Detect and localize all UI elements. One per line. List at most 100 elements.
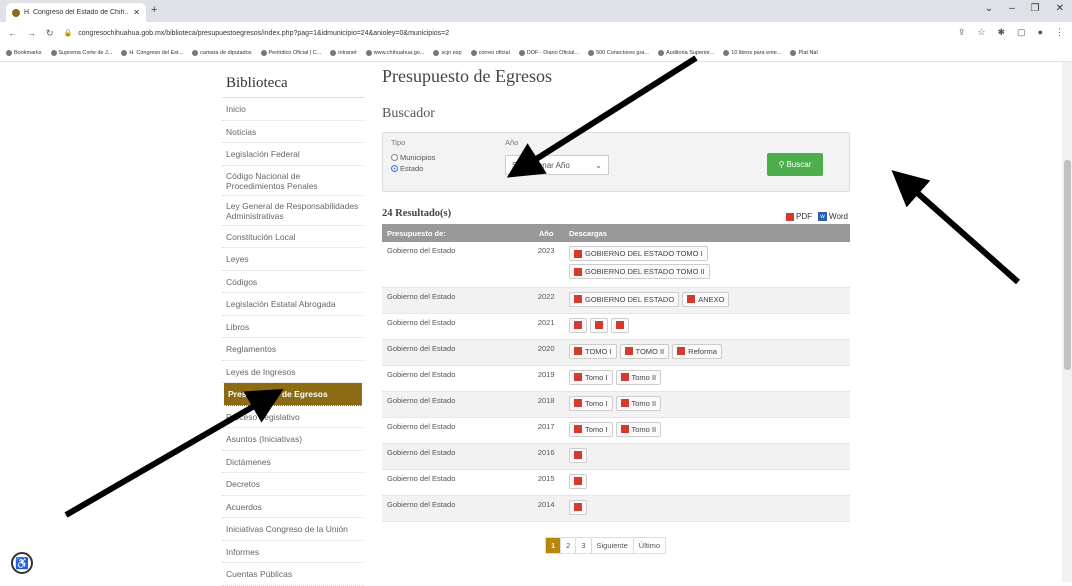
url-field[interactable]: 🔒 congresochihuahua.gob.mx/biblioteca/pr… [64, 29, 450, 38]
sidebar-item-0[interactable]: Inicio [222, 98, 364, 121]
download-button[interactable]: Tomo II [615, 421, 662, 437]
sidebar-item-19[interactable]: Informes [222, 541, 364, 563]
accessibility-icon[interactable]: ♿ [11, 552, 33, 574]
download-button[interactable]: ANEXO [682, 291, 730, 307]
radio-estado-label: Estado [400, 164, 424, 173]
sidebar-item-6[interactable]: Leyes [222, 248, 364, 271]
bookmark-item[interactable]: Suprema Corte de J... [50, 49, 112, 56]
download-button[interactable] [569, 317, 587, 333]
new-tab-button[interactable]: + [151, 4, 157, 16]
radio-estado-circle[interactable] [391, 165, 398, 172]
bookmark-item[interactable]: 10 libros para ente... [723, 49, 781, 56]
year-select[interactable]: Seleccionar Año ⌄ [505, 155, 609, 175]
sidebar-item-8[interactable]: Legislación Estatal Abrogada [222, 293, 364, 316]
download-button[interactable]: Tomo I [569, 421, 613, 437]
bookmark-favicon-icon [518, 49, 525, 56]
bookmark-item[interactable]: Periódico Oficial | C... [260, 49, 321, 56]
sidebar-item-12[interactable]: Presupuesto de Egresos [224, 383, 362, 406]
back-icon[interactable]: ← [8, 28, 17, 38]
bookmark-item[interactable]: Plat Nal [790, 49, 818, 56]
search-button[interactable]: ⚲ Buscar [767, 153, 823, 176]
sidebar-item-9[interactable]: Libros [222, 316, 364, 338]
pdf-icon [574, 477, 582, 485]
export-word-link[interactable]: w Word [818, 212, 848, 222]
browser-tab[interactable]: H. Congreso del Estado de Chih... ✕ [6, 3, 146, 22]
sidebar-item-4[interactable]: Ley General de Responsabilidades Adminis… [222, 196, 364, 226]
pdf-icon [616, 321, 624, 329]
sidebar-item-14[interactable]: Asuntos (Iniciativas) [222, 428, 364, 451]
bookmark-item[interactable]: Bookmarks [6, 49, 42, 56]
sidebar-item-16[interactable]: Decretos [222, 473, 364, 496]
page-link[interactable]: 1 [546, 538, 562, 553]
radio-municipios-circle[interactable] [391, 154, 398, 161]
sidebar-item-11[interactable]: Leyes de Ingresos [222, 361, 364, 383]
page-link[interactable]: Último [634, 538, 665, 553]
scrollbar-thumb[interactable] [1064, 160, 1071, 370]
sidebar-item-10[interactable]: Reglamentos [222, 338, 364, 361]
row-presupuesto: Gobierno del Estado [382, 417, 529, 444]
minimize-icon[interactable]: – [1009, 3, 1015, 14]
close-tab-icon[interactable]: ✕ [133, 8, 140, 17]
export-pdf-link[interactable]: PDF [786, 212, 812, 221]
sidebar-item-7[interactable]: Códigos [222, 271, 364, 293]
reload-icon[interactable]: ↻ [46, 28, 54, 39]
download-button[interactable] [611, 317, 629, 333]
sidebar-item-5[interactable]: Constitución Local [222, 226, 364, 248]
page-link[interactable]: 2 [561, 538, 577, 553]
restore-icon[interactable]: ❐ [1031, 3, 1040, 14]
sidebar-item-15[interactable]: Dictámenes [222, 451, 364, 473]
bookmark-item[interactable]: correo oficial [470, 49, 510, 56]
table-row: Gobierno del Estado 2018 Tomo I Tomo II [382, 391, 850, 418]
radio-municipios[interactable]: Municipios [391, 153, 435, 162]
menu-icon[interactable]: ⋮ [1055, 27, 1064, 38]
download-button[interactable]: Tomo I [569, 369, 613, 385]
sidebar-item-17[interactable]: Acuerdos [222, 496, 364, 518]
download-label: Tomo II [631, 372, 657, 382]
download-button[interactable] [569, 473, 587, 489]
star-icon[interactable]: ☆ [977, 27, 985, 38]
download-button[interactable]: Reforma [672, 343, 722, 359]
download-button[interactable]: Tomo I [569, 395, 613, 411]
download-button[interactable]: GOBIERNO DEL ESTADO [569, 291, 680, 307]
bookmark-item[interactable]: Auditoria Superior... [657, 49, 714, 56]
bookmark-item[interactable]: 500 Conectores gra... [588, 49, 649, 56]
page-link[interactable]: Siguiente [592, 538, 634, 553]
sidebar-item-2[interactable]: Legislación Federal [222, 143, 364, 166]
download-button[interactable]: TOMO I [569, 343, 617, 359]
download-button[interactable]: Tomo II [615, 395, 662, 411]
close-window-icon[interactable]: ✕ [1056, 3, 1064, 14]
extensions-icon[interactable]: ✱ [998, 27, 1006, 38]
bookmark-item[interactable]: intranet [330, 49, 357, 56]
sidebar-item-1[interactable]: Noticias [222, 121, 364, 143]
bookmark-item[interactable]: scjn exp [433, 49, 462, 56]
profile-icon[interactable]: ● [1038, 27, 1043, 38]
bookmark-item[interactable]: H. Congreso del Est... [121, 49, 183, 56]
download-button[interactable] [569, 499, 587, 515]
download-button[interactable] [569, 447, 587, 463]
radio-estado[interactable]: Estado [391, 164, 423, 173]
row-year: 2016 [528, 443, 564, 470]
bookmark-item[interactable]: www.chihuahua.go... [365, 49, 424, 56]
download-button[interactable]: GOBIERNO DEL ESTADO TOMO I [569, 246, 708, 261]
bookmark-item[interactable]: camara de diputados [192, 49, 252, 56]
forward-icon[interactable]: → [27, 28, 36, 38]
sidebar-item-18[interactable]: Iniciativas Congreso de la Unión [222, 518, 364, 541]
bookmark-favicon-icon [365, 49, 372, 56]
download-button[interactable]: GOBIERNO DEL ESTADO TOMO II [569, 264, 710, 279]
download-button[interactable]: Tomo II [615, 369, 662, 385]
download-button[interactable] [590, 317, 608, 333]
row-presupuesto: Gobierno del Estado [382, 313, 529, 340]
sidebar-item-13[interactable]: Proceso Legislativo [222, 406, 364, 428]
download-button[interactable]: TOMO II [619, 343, 670, 359]
row-presupuesto: Gobierno del Estado [382, 391, 529, 418]
download-label: TOMO II [635, 346, 665, 356]
window-controls: ⌄ – ❐ ✕ [985, 3, 1064, 14]
sidebar-item-20[interactable]: Cuentas Públicas [222, 563, 364, 586]
sidepanel-icon[interactable]: ▢ [1017, 27, 1026, 38]
page-link[interactable]: 3 [576, 538, 592, 553]
share-icon[interactable]: ⇪ [958, 27, 966, 38]
bookmark-item[interactable]: DOF - Diario Oficial... [518, 49, 579, 56]
chevron-down-icon[interactable]: ⌄ [985, 3, 993, 14]
sidebar-item-3[interactable]: Código Nacional de Procedimientos Penale… [222, 166, 364, 196]
search-button-label: Buscar [786, 160, 812, 169]
